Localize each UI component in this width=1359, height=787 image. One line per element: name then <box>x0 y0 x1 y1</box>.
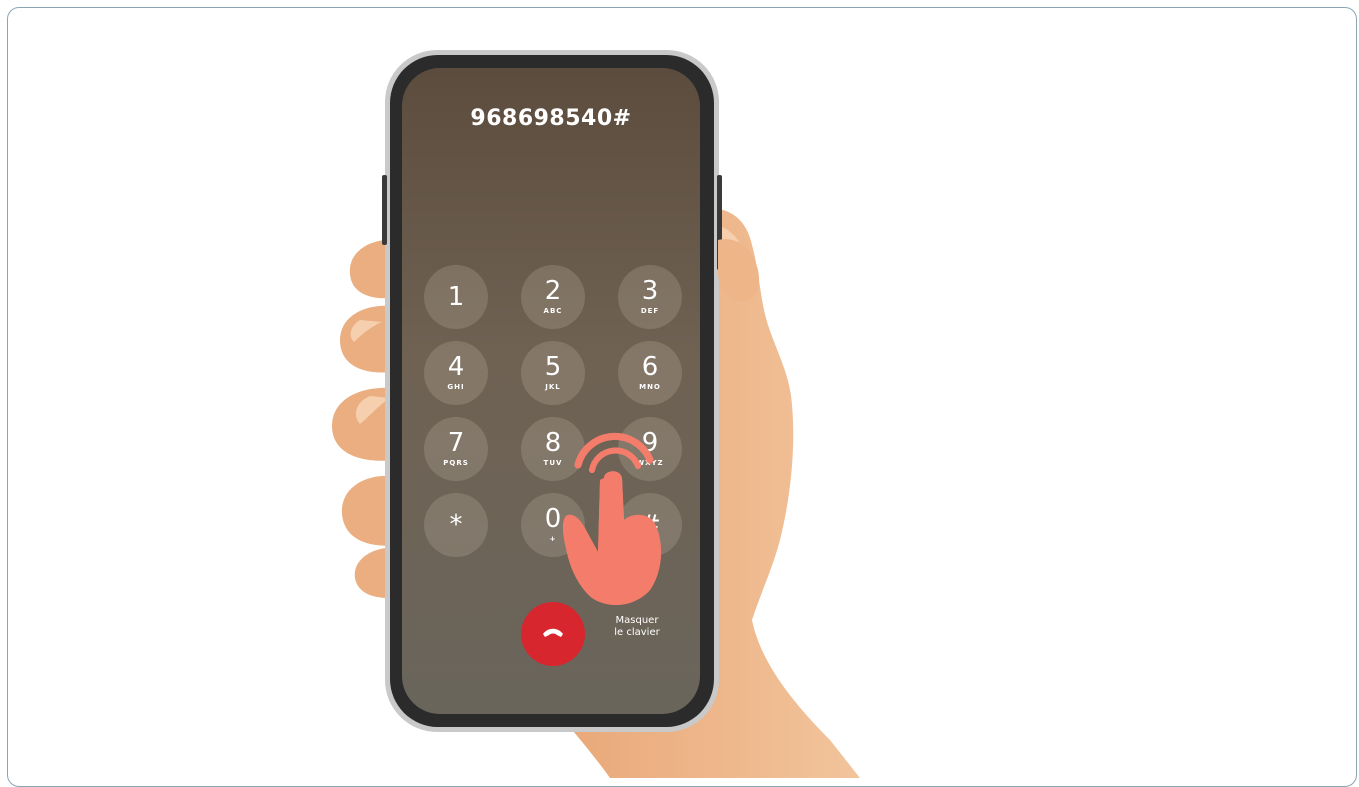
tap-overlay <box>543 432 662 637</box>
phone-hangup-icon <box>543 628 563 637</box>
tap-gesture-icon <box>563 432 662 605</box>
